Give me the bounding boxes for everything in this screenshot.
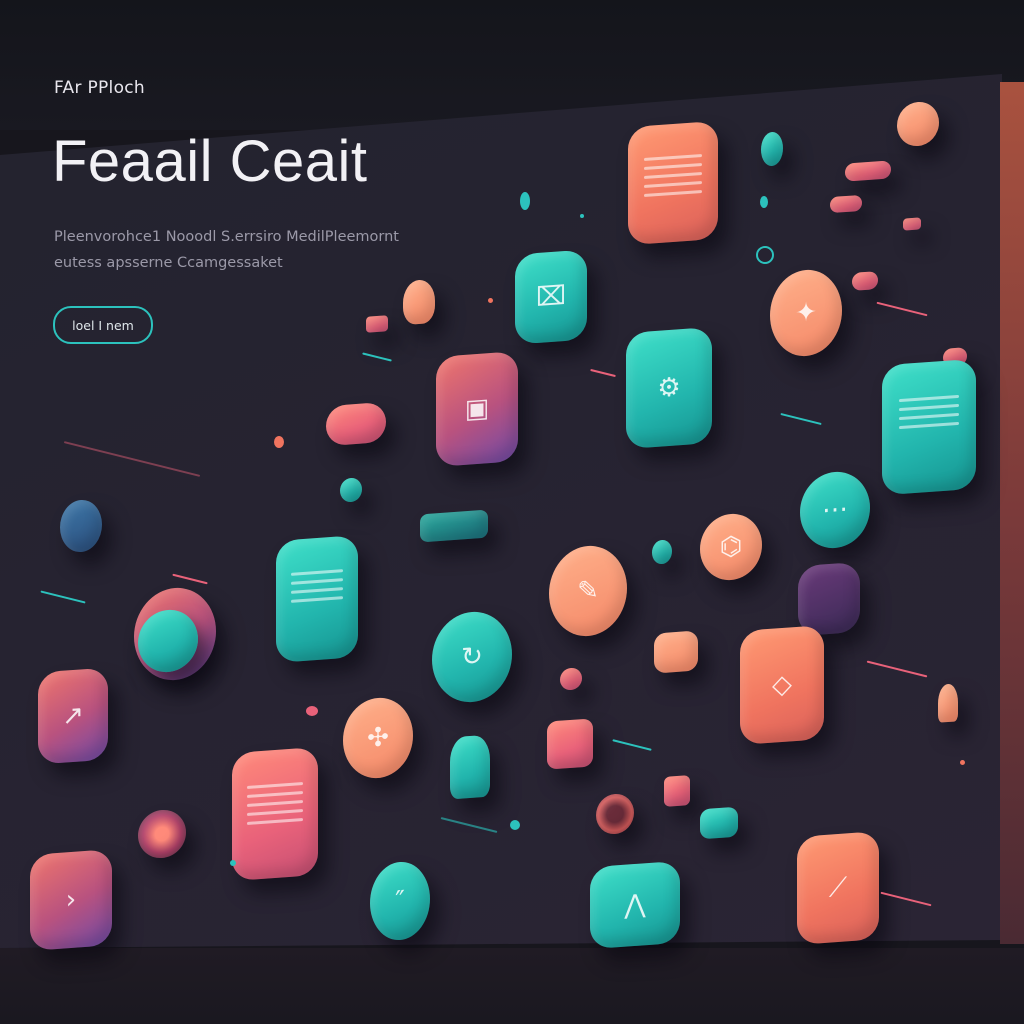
heart-icon: [852, 271, 878, 291]
chat-bubble-icon: ⋯: [800, 469, 870, 551]
sparkle-dot: [760, 196, 768, 208]
sparkle-dot: [510, 820, 520, 830]
motion-line: [63, 441, 201, 477]
peak-glyph: ⋀: [624, 889, 646, 921]
rocket-icon: [654, 630, 698, 674]
orb-icon: [340, 477, 362, 503]
mountain-icon: ⋀: [590, 860, 680, 950]
flame-icon: [403, 278, 435, 326]
document-icon: [628, 120, 718, 246]
motion-line: [440, 817, 498, 833]
image-frame-icon: ▣: [436, 351, 518, 467]
mountain-icon: ⟋: [797, 831, 879, 945]
play-icon: ›: [30, 849, 112, 951]
sparkle-dot: [580, 214, 584, 218]
star-icon: ✦: [770, 267, 842, 359]
sparkle-dot: [274, 436, 284, 448]
orb-icon: [652, 539, 672, 565]
motion-line: [172, 573, 208, 585]
chip-icon: [366, 315, 388, 333]
camera-icon: [547, 718, 593, 770]
cloud-icon: [845, 160, 891, 182]
planet-icon: [798, 561, 860, 637]
chat-bubble-icon: ″: [370, 859, 430, 943]
motion-line: [590, 368, 616, 378]
document-lines: [247, 776, 303, 831]
sparkle-dot: [230, 860, 236, 866]
chart-icon: ↻: [432, 609, 512, 705]
frame-glyph: ▣: [464, 393, 490, 425]
flame-icon: [938, 683, 958, 723]
crosshair-glyph: ✣: [367, 722, 389, 754]
dots-glyph: ⋯: [822, 494, 848, 526]
play-glyph: ›: [65, 884, 77, 916]
gear-glyph: ⚙: [657, 372, 681, 404]
check-glyph: ◇: [772, 669, 792, 701]
camera-glyph: ⌬: [719, 531, 743, 563]
image-frame-icon: ⌧: [515, 249, 587, 345]
motion-line: [880, 891, 932, 907]
document-icon: [882, 358, 976, 496]
sparkle-dot: [960, 760, 965, 765]
play-icon: ↗: [38, 667, 108, 765]
mountain-glyph: ⟋: [828, 871, 848, 904]
motion-line: [40, 590, 86, 604]
cloud-icon: [326, 401, 386, 447]
cloud-icon: [830, 194, 862, 214]
gear-icon: [596, 792, 634, 836]
pencil-icon: ✎: [549, 543, 627, 639]
pencil-glyph: ✎: [577, 575, 599, 607]
pencil-icon: [700, 806, 738, 840]
chat-bubble-icon: [761, 131, 783, 167]
crystal-icon: [450, 734, 490, 800]
document-lines: [644, 148, 702, 203]
chip-icon: [664, 775, 690, 807]
orb-icon: [560, 667, 582, 691]
motion-line: [866, 660, 928, 678]
quote-glyph: ″: [395, 885, 405, 917]
document-lines: [898, 388, 960, 434]
planet-icon: [60, 498, 102, 554]
sparkle-dot: [306, 706, 318, 716]
gear-cluster-icon: ⚙: [626, 326, 712, 450]
motion-line: [612, 739, 652, 751]
document-icon: [276, 535, 358, 663]
orb-icon: [897, 100, 939, 148]
document-lines: [290, 563, 344, 609]
sparkle-dot: [756, 246, 774, 264]
sparkle-dot: [520, 192, 530, 210]
crosshair-icon: ✣: [343, 695, 413, 781]
motion-line: [780, 412, 822, 426]
star-glyph: ✦: [795, 297, 817, 329]
tag-icon: [903, 217, 921, 231]
bug-icon: [138, 808, 186, 860]
sparkle-dot: [488, 298, 493, 303]
icon-scene: ⌧ ✦ ▣ ⚙ ⋯ ⌬ ✎ ↻ ◇ ↗ ✣ ⟋ › ″ ⋀: [0, 0, 1024, 1024]
play-glyph: ↗: [62, 700, 84, 732]
camera-icon: ⌬: [700, 511, 762, 583]
check-icon: ◇: [740, 625, 824, 745]
loop-glyph: ↻: [461, 641, 483, 673]
motion-line: [362, 352, 392, 362]
document-icon: [232, 746, 318, 882]
motion-line: [876, 301, 928, 317]
frame-glyph: ⌧: [536, 280, 566, 314]
drone-icon: [420, 509, 488, 543]
